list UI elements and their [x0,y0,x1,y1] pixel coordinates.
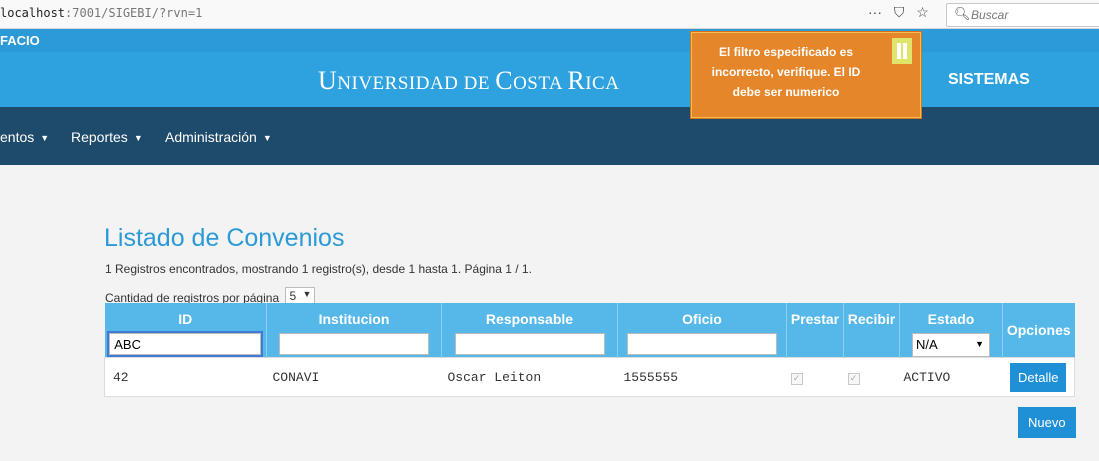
col-estado: Estado N/A ▼ [899,303,1003,358]
table-header-row: ID Institucion Responsable Oficio Presta… [104,303,1075,358]
search-placeholder: Buscar [971,8,1009,22]
chevron-down-icon: ▼ [262,133,272,143]
university-banner: UNIVERSIDAD DE COSTA RICA SISTEMAS [0,52,1099,107]
col-oficio: Oficio [617,303,787,358]
col-institucion: Institucion [266,303,442,358]
cell-estado: ACTIVO [899,357,1003,397]
cell-opciones: Detalle [1002,357,1075,397]
section-title: SISTEMAS [948,71,1030,88]
cell-institucion: CONAVI [266,357,442,397]
toast-message: El filtro especificado es incorrecto, ve… [711,45,861,99]
browser-search-input[interactable]: 🔍︎ Buscar [946,3,1099,27]
nav-item-reportes[interactable]: Reportes ▼ [71,129,143,145]
pocket-icon[interactable]: ⛉ [894,4,905,21]
cell-prestar: ✓ [786,357,844,397]
browser-toolbar: localhost:7001/SIGEBI/?rvn=1 ··· ⛉ ☆ 🔍︎ … [0,0,1099,29]
col-responsable: Responsable [441,303,618,358]
prestar-checkbox[interactable]: ✓ [790,372,803,385]
filter-id-input[interactable] [107,331,264,357]
col-recibir: Recibir [843,303,900,358]
cell-id: 42 [104,357,267,397]
chevron-down-icon: ▼ [302,289,312,299]
chevron-down-icon: ▼ [975,339,984,349]
url-host: localhost [0,6,66,20]
convenios-table: ID Institucion Responsable Oficio Presta… [104,303,1075,397]
cell-responsable: Oscar Leiton [441,357,618,397]
url-tools: ··· ⛉ ☆ [868,4,937,21]
page-title: Listado de Convenios [104,224,345,252]
page-actions-menu-icon[interactable]: ··· [868,4,882,20]
nav-item-administracion[interactable]: Administración ▼ [165,129,272,145]
filter-responsable-input[interactable] [454,333,605,355]
col-prestar: Prestar [786,303,844,358]
nav-item-documentos[interactable]: entos ▼ [0,129,49,145]
pause-icon[interactable] [892,38,912,64]
facio-label: FACIO [0,33,40,48]
recibir-checkbox[interactable]: ✓ [847,372,860,385]
col-opciones: Opciones [1002,303,1075,358]
detalle-button[interactable]: Detalle [1010,362,1067,392]
chevron-down-icon: ▼ [40,133,50,143]
url-path: :7001/SIGEBI/?rvn=1 [65,6,203,20]
col-id: ID [104,303,267,358]
cell-recibir: ✓ [843,357,900,397]
table-row: 42 CONAVI Oscar Leiton 1555555 ✓ ✓ ACTIV… [104,357,1075,397]
per-page-row: Cantidad de registros por página 5 ▼ [105,284,316,305]
url-field[interactable]: localhost:7001/SIGEBI/?rvn=1 [0,6,202,20]
cell-oficio: 1555555 [617,357,787,397]
filter-institucion-input[interactable] [279,333,429,355]
filter-estado-select[interactable]: N/A ▼ [912,333,990,357]
bookmark-star-icon[interactable]: ☆ [916,4,929,21]
search-icon: 🔍︎ [954,6,971,21]
filter-oficio-input[interactable] [627,333,777,355]
top-strip: FACIO [0,29,1099,52]
error-toast[interactable]: El filtro especificado es incorrecto, ve… [690,31,922,119]
nuevo-button[interactable]: Nuevo [1018,407,1076,438]
chevron-down-icon: ▼ [133,133,143,143]
university-logo-text: UNIVERSIDAD DE COSTA RICA [318,66,620,95]
main-nav: entos ▼ Reportes ▼ Administración ▼ [0,107,1099,165]
results-summary: 1 Registros encontrados, mostrando 1 reg… [105,262,532,276]
